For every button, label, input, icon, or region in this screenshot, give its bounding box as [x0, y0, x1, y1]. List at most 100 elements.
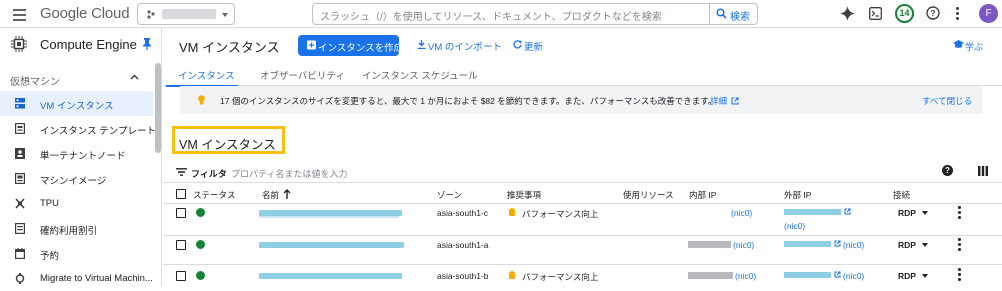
pin-icon[interactable]	[142, 38, 152, 50]
row-checkbox[interactable]	[176, 271, 186, 281]
filter-label: フィルタ	[191, 169, 227, 179]
sidebar-item-label: 単一テナントノード	[40, 151, 126, 162]
more-actions-icon[interactable]	[958, 238, 961, 253]
chevron-down-icon[interactable]	[922, 274, 928, 278]
status-ok-icon	[196, 271, 205, 280]
help-icon[interactable]: ?	[926, 6, 940, 20]
download-icon	[417, 40, 426, 49]
recommendation-cell[interactable]: パフォーマンス向上	[522, 208, 598, 220]
learn-label: 学ぶ	[965, 42, 984, 52]
column-header-external-ip[interactable]: 外部 IP	[784, 189, 811, 201]
more-options-icon[interactable]	[956, 7, 959, 20]
rdp-button[interactable]: RDP	[898, 240, 916, 250]
zone-cell: asia-south1-b	[437, 271, 489, 281]
sidebar-item-tpu[interactable]: TPU	[0, 191, 153, 216]
account-avatar[interactable]: F	[979, 4, 998, 23]
column-display-icon[interactable]	[978, 166, 988, 176]
row-checkbox[interactable]	[176, 240, 186, 250]
sort-ascending-icon[interactable]	[283, 189, 291, 199]
gemini-sparkle-icon[interactable]	[840, 6, 855, 21]
project-icon	[147, 10, 155, 19]
sidebar-scrollbar[interactable]	[155, 63, 161, 153]
internal-ip-nic-link[interactable]: (nic0)	[731, 208, 752, 218]
column-header-zone[interactable]: ゾーン	[437, 189, 462, 201]
chevron-down-icon	[222, 13, 228, 17]
page-title: VM インスタンス	[179, 40, 280, 55]
external-ip-redacted[interactable]	[784, 241, 831, 247]
create-instance-button[interactable]: インスタンスを作成	[298, 35, 403, 56]
search-input[interactable]: スラッシュ（/）を使用してリソース、ドキュメント、プロダクトなどを検索	[320, 8, 662, 23]
logo-cloud-text: Cloud	[91, 5, 130, 22]
chevron-up-icon[interactable]	[130, 74, 139, 80]
internal-ip-nic-link[interactable]: (nic0)	[735, 271, 756, 281]
more-actions-icon[interactable]	[958, 268, 961, 283]
search-bar[interactable]: スラッシュ（/）を使用してリソース、ドキュメント、プロダクトなどを検索 検索	[312, 3, 758, 25]
external-ip-redacted[interactable]	[784, 272, 831, 278]
chevron-down-icon[interactable]	[922, 243, 928, 247]
instance-name-underline	[259, 216, 399, 218]
banner-details-link[interactable]: 詳細	[710, 95, 739, 107]
notifications-badge[interactable]: 14	[895, 4, 914, 23]
vm-icon	[15, 98, 25, 109]
zone-cell: asia-south1-a	[437, 240, 489, 250]
column-header-in-use-by[interactable]: 使用リソース	[623, 189, 674, 201]
school-icon	[953, 40, 964, 48]
column-header-name[interactable]: 名前	[262, 189, 279, 201]
sidebar-item-reservations[interactable]: 予約	[0, 241, 153, 266]
instance-name-link-redacted[interactable]	[259, 273, 402, 279]
import-vm-button[interactable]: VM のインポート	[417, 39, 502, 53]
search-icon	[716, 8, 727, 19]
open-in-new-icon	[834, 271, 841, 278]
column-header-status[interactable]: ステータス	[193, 189, 236, 201]
sidebar-item-instance-templates[interactable]: インスタンス テンプレート	[0, 116, 156, 141]
sidebar-item-label: VM インスタンス	[40, 101, 114, 112]
search-button-label: 検索	[730, 12, 750, 23]
help-icon[interactable]: ?	[942, 165, 953, 176]
rdp-button[interactable]: RDP	[898, 208, 916, 218]
row-checkbox[interactable]	[176, 208, 186, 218]
chevron-down-icon[interactable]	[922, 211, 928, 215]
select-all-checkbox[interactable]	[176, 189, 186, 199]
column-header-recommendation[interactable]: 推奨事項	[507, 189, 541, 201]
dismiss-all-button[interactable]: すべて閉じる	[922, 95, 972, 107]
lightbulb-icon	[198, 95, 205, 105]
internal-ip-nic-link[interactable]: (nic0)	[733, 240, 754, 250]
sidebar-item-vm-instances[interactable]: VM インスタンス	[0, 91, 153, 116]
search-button[interactable]: 検索	[709, 3, 759, 25]
more-actions-icon[interactable]	[958, 206, 961, 221]
status-ok-icon	[196, 240, 205, 249]
column-header-internal-ip[interactable]: 内部 IP	[689, 189, 716, 201]
sidebar-item-migrate[interactable]: Migrate to Virtual Machin...	[0, 266, 153, 291]
tab-instance-schedules[interactable]: インスタンス スケジュール	[362, 68, 478, 82]
hamburger-menu-icon[interactable]	[13, 9, 26, 21]
instance-name-link-redacted[interactable]	[259, 242, 404, 248]
google-cloud-logo[interactable]: Google Cloud	[40, 5, 130, 22]
internal-ip-redacted	[688, 241, 731, 248]
column-header-connect[interactable]: 接続	[893, 189, 910, 201]
discount-icon	[15, 223, 25, 234]
learn-link[interactable]: 学ぶ	[953, 40, 984, 53]
sidebar-item-machine-images[interactable]: マシンイメージ	[0, 166, 153, 191]
filter-input[interactable]: プロパティ名または値を入力	[231, 167, 347, 180]
tpu-icon	[15, 198, 25, 209]
tab-instances[interactable]: インスタンス	[178, 68, 235, 82]
sidebar-item-label: マシンイメージ	[40, 176, 107, 187]
product-title: Compute Engine	[40, 37, 137, 52]
filter-bar: フィルタ プロパティ名または値を入力 ?	[163, 160, 1002, 183]
external-ip-nic-link[interactable]: (nic0)	[784, 221, 805, 231]
recommendation-banner: 17 個のインスタンスのサイズを変更すると、最大で 1 か月におよそ $82 を…	[180, 86, 982, 114]
status-ok-icon	[196, 208, 205, 217]
external-ip-nic-link[interactable]: (nic0)	[843, 271, 864, 281]
refresh-button[interactable]: 更新	[513, 39, 543, 53]
rdp-button[interactable]: RDP	[898, 271, 916, 281]
tab-observability[interactable]: オブザーバビリティ	[260, 68, 345, 82]
tab-bar: インスタンス オブザーバビリティ インスタンス スケジュール	[163, 62, 1002, 87]
cloud-shell-icon[interactable]	[869, 7, 882, 20]
sidebar-item-committed-use-discounts[interactable]: 確約利用割引	[0, 216, 153, 241]
open-in-new-icon	[834, 240, 841, 247]
external-ip-redacted[interactable]	[784, 209, 841, 215]
recommendation-cell[interactable]: パフォーマンス向上	[522, 271, 598, 283]
project-selector[interactable]	[137, 3, 235, 25]
sidebar-item-sole-tenant-nodes[interactable]: 単一テナントノード	[0, 141, 153, 166]
external-ip-nic-link[interactable]: (nic0)	[843, 240, 864, 250]
